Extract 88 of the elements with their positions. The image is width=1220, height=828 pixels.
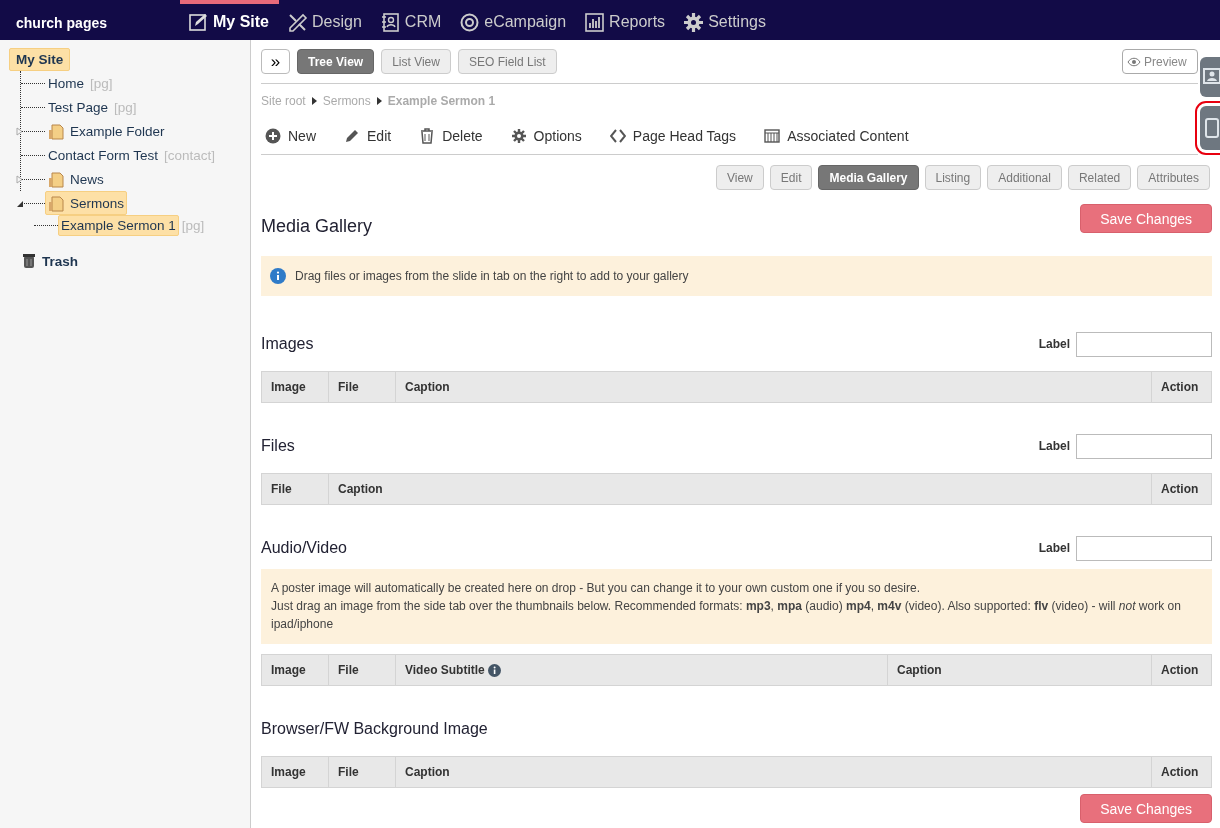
tree-item[interactable]: Sermons [45,191,128,215]
plus-icon [265,128,281,144]
column-header: File [329,757,396,787]
caret-icon [376,97,382,105]
slide-tab[interactable] [1200,57,1220,97]
section-title: Files [261,437,295,455]
code-brackets-icon [609,128,626,144]
field-label: Label [1038,541,1070,555]
tree-item[interactable]: Contact Form Test [45,144,162,166]
toolbar-button[interactable]: Delete [415,118,497,154]
page-type-tag: [contact] [164,147,216,163]
folder-icon [48,122,64,140]
section-tab[interactable]: Edit [769,165,813,190]
section-tab[interactable]: Additional [987,165,1062,190]
caret-icon [311,97,317,105]
field-label: Label [1038,439,1070,453]
column-header: Image [262,757,329,787]
tree-item[interactable]: My Site [9,47,71,71]
column-header: Image [262,372,329,402]
column-header: Image [262,655,329,685]
expand-button[interactable]: » [261,49,290,74]
section-title: Images [261,335,314,353]
column-header: Action [1160,481,1200,498]
toolbar-button[interactable]: Page Head Tags [605,118,751,154]
nav-tab[interactable]: Design [279,0,372,40]
settings-icon [683,11,705,33]
nav-tab[interactable]: Settings [675,0,776,40]
column-header: Caption [396,757,1152,787]
column-header: Action [1160,662,1200,679]
page-type-tag: [pg] [114,99,137,115]
note-text: Just drag an image from the side tab over the thumbnails below. Recommended formats: mp3, mpa (audio) mp4, m4v (video). Also supported: flv (video) - will not work on ipad/iphone [271,598,1182,633]
chart-icon [584,11,606,33]
label-field[interactable] [1076,535,1212,561]
note-text: A poster image will automatically be created here on drop - But you can change it to your own custom one if you so desire. [271,580,922,597]
folder-icon [48,170,64,188]
trash-icon [419,128,436,144]
logo[interactable]: church pages [16,15,108,31]
breadcrumb-item: Example Sermon 1 [387,94,496,108]
section-tab[interactable]: Listing [924,165,982,190]
tree-item[interactable]: Test Page [45,96,112,118]
info-text: Drag files or images from the slide in tab on the right to add to your gallery [295,269,689,283]
label-field[interactable] [1076,433,1212,459]
toolbar-button[interactable]: Edit [340,118,406,154]
pencil-icon [344,128,360,144]
tree-item[interactable]: Home [45,72,87,94]
page-type-tag: [pg] [90,75,113,91]
section-tab[interactable]: Related [1067,165,1132,190]
tree-item[interactable]: Example Sermon 1 [58,214,179,236]
toolbar-button[interactable]: Options [506,118,596,154]
column-header: Caption [396,372,1152,402]
page-title: Media Gallery [261,216,373,237]
section-tab[interactable]: Attributes [1137,165,1210,190]
nav-tab[interactable]: CRM [371,0,452,40]
trash-can-icon [22,253,36,269]
column-header: Action [1160,764,1200,781]
column-header: Caption [329,474,1152,504]
trash-item[interactable]: Trash [42,253,79,269]
preview-button[interactable]: Preview [1122,49,1198,74]
toolbar-button[interactable]: New [261,118,330,154]
eye-icon [1127,56,1141,67]
info-icon [270,268,286,284]
nav-tab[interactable]: Reports [576,0,676,40]
page-edit-icon [188,11,209,33]
tree-item[interactable]: Example Folder [45,119,168,143]
column-header: Action [1160,379,1200,396]
list-icon [764,128,781,144]
column-header: File [329,372,396,402]
section-title: Browser/FW Background Image [261,720,488,738]
column-header: Caption [888,655,1152,685]
view-mode-button[interactable]: SEO Field List [457,49,557,74]
nav-tab[interactable]: eCampaign [451,0,577,40]
gear-icon [510,128,527,144]
tree-item[interactable]: News [45,167,107,191]
toolbar-button[interactable]: Associated Content [760,118,923,154]
view-mode-button[interactable]: List View [381,49,451,74]
column-header: Video Subtitle [396,655,888,685]
folder-icon [48,194,64,212]
section-title: Audio/Video [261,539,347,557]
column-header: File [329,655,396,685]
label-field[interactable] [1076,331,1212,357]
contact-book-icon [379,11,401,33]
view-mode-button[interactable]: Tree View [297,49,375,74]
column-header: File [262,474,329,504]
page-type-tag: [pg] [181,217,205,233]
section-tab[interactable]: View [716,165,764,190]
field-label: Label [1038,337,1070,351]
section-tab[interactable]: Media Gallery [818,165,919,190]
pencil-ruler-icon [287,11,308,33]
